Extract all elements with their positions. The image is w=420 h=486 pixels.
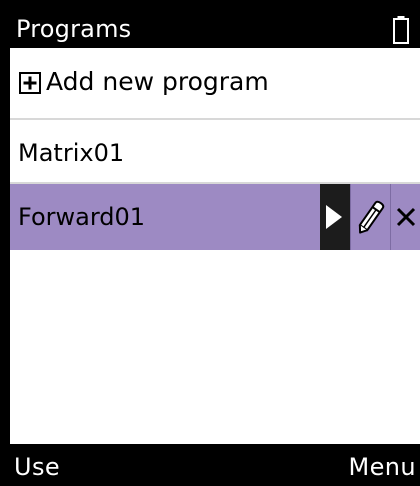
- add-new-program-label: Add new program: [46, 67, 269, 96]
- play-icon: [326, 205, 342, 229]
- pencil-icon: [358, 200, 385, 234]
- page-title: Programs: [16, 15, 132, 43]
- softkey-bar: Use Menu: [10, 444, 420, 486]
- add-new-program-item[interactable]: Add new program: [10, 48, 420, 118]
- run-program-button[interactable]: [320, 184, 350, 250]
- program-name: Matrix01: [18, 139, 125, 167]
- menu-softkey[interactable]: Menu: [349, 451, 417, 483]
- close-icon: [396, 207, 416, 227]
- list-item-matrix01[interactable]: Matrix01: [10, 120, 420, 186]
- title-bar: Programs: [10, 10, 420, 48]
- plus-box-icon: [19, 72, 41, 94]
- edit-program-button[interactable]: [350, 184, 391, 250]
- list-item-forward01[interactable]: Forward01: [10, 184, 420, 250]
- device-screen: Programs Add new program Matrix01 Forwar…: [10, 10, 420, 486]
- row-actions: [320, 184, 420, 250]
- use-softkey[interactable]: Use: [14, 451, 60, 483]
- battery-icon: [393, 16, 409, 44]
- program-name: Forward01: [18, 203, 146, 231]
- delete-program-button[interactable]: [390, 184, 420, 250]
